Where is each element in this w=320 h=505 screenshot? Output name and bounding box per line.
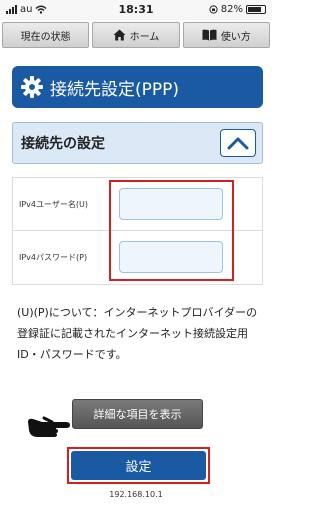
orientation-lock-icon (209, 5, 218, 14)
submit-button[interactable]: 設定 (71, 451, 206, 480)
battery-icon (246, 5, 266, 14)
section-header: 接続先の設定 (12, 122, 263, 164)
section-title: 接続先の設定 (21, 136, 105, 152)
nav-howto-label: 使い方 (220, 31, 251, 43)
status-right: 82% (209, 4, 266, 15)
nav-home-label: ホーム (129, 31, 160, 43)
page-title: 接続先設定(PPP) (50, 79, 180, 100)
top-nav: 現在の状態 ホーム 使い方 (0, 22, 272, 50)
nav-status-label: 現在の状態 (20, 31, 71, 43)
book-icon (202, 29, 217, 41)
home-icon (113, 29, 126, 41)
battery-percent: 82% (220, 4, 243, 15)
nav-home-button[interactable]: ホーム (92, 22, 180, 48)
chevron-up-icon (227, 137, 249, 150)
nav-status-button[interactable]: 現在の状態 (2, 22, 90, 48)
page-title-banner: 接続先設定(PPP) (12, 66, 263, 108)
collapse-button[interactable] (220, 129, 256, 157)
status-bar: au 18:31 82% (0, 0, 272, 20)
footer-ip: 192.168.10.1 (109, 490, 163, 499)
password-label: IPv4パスワード(P) (19, 253, 88, 262)
nav-howto-button[interactable]: 使い方 (182, 22, 270, 48)
show-details-button[interactable]: 詳細な項目を表示 (72, 399, 203, 429)
input-highlight-box (109, 180, 234, 281)
pointing-hand-icon (28, 416, 70, 437)
help-note: (U)(P)について：インターネットプロバイダーの登録証に記載されたインターネッ… (17, 306, 258, 361)
gear-icon (21, 76, 43, 98)
username-label: IPv4ユーザー名(U) (19, 200, 88, 209)
